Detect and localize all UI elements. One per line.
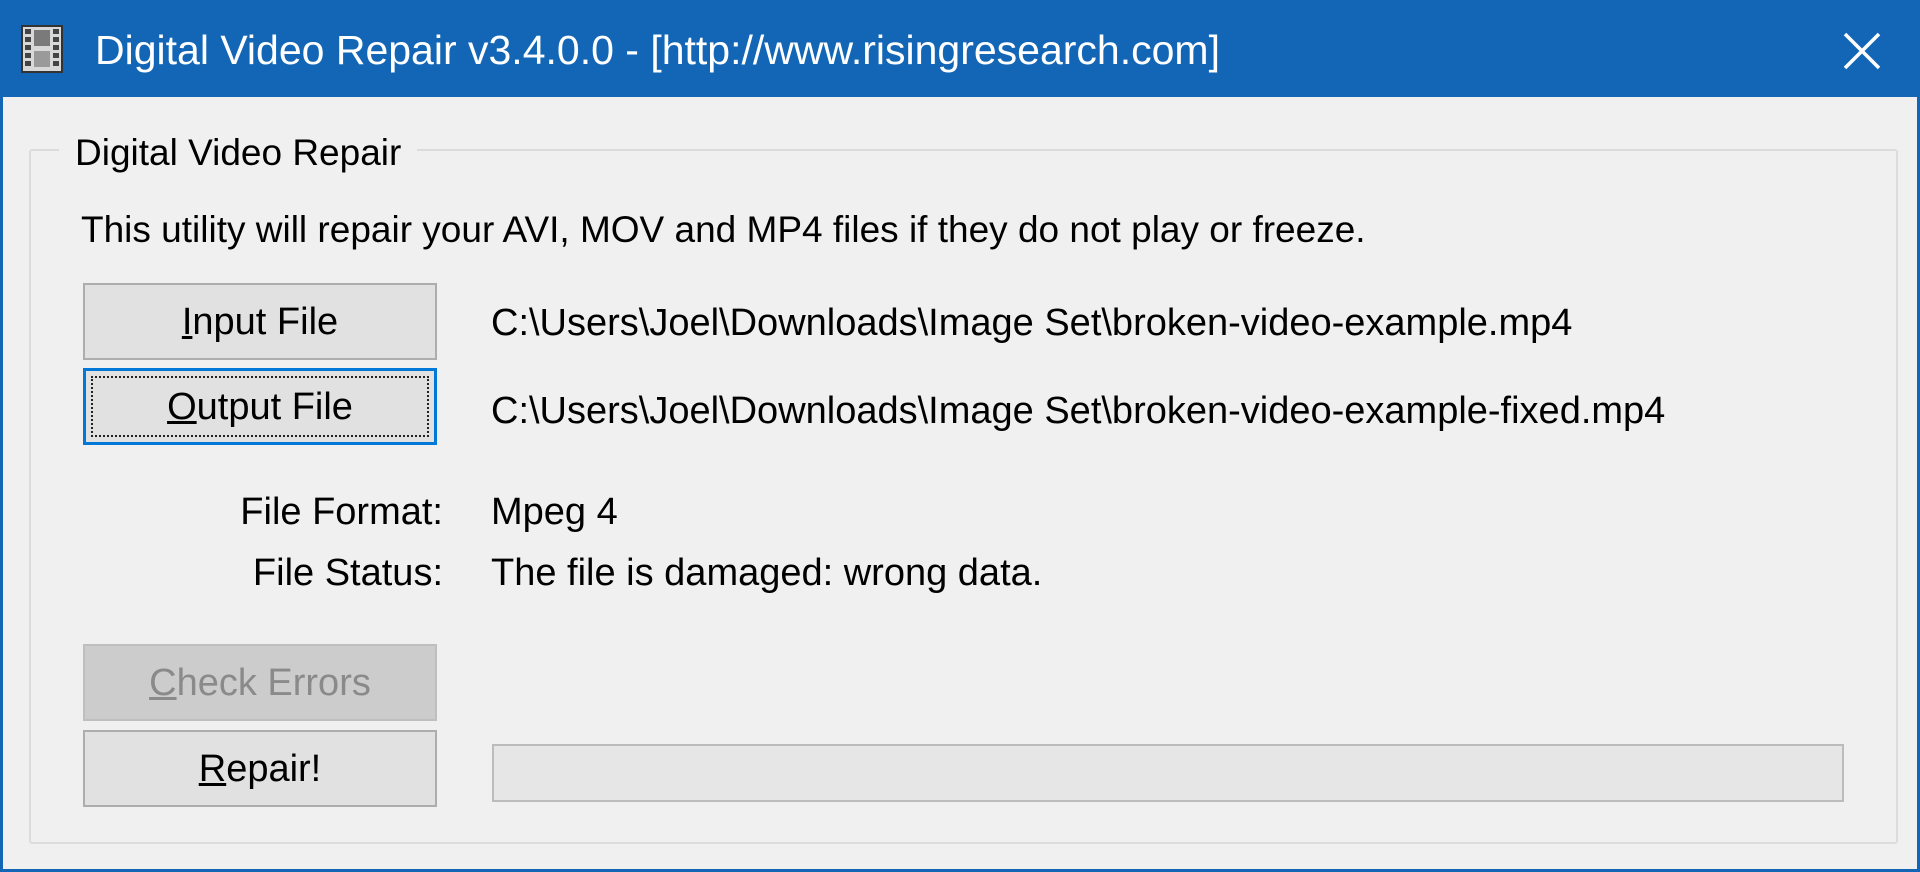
close-button[interactable] <box>1817 17 1907 85</box>
check-errors-label: heck Errors <box>176 661 371 704</box>
close-icon <box>1843 32 1881 70</box>
output-file-label: utput File <box>196 385 353 428</box>
groupbox-legend: Digital Video Repair <box>59 131 418 175</box>
input-file-button[interactable]: Input File <box>83 283 437 360</box>
check-errors-button[interactable]: Check Errors <box>83 644 437 721</box>
input-file-label: nput File <box>192 300 339 343</box>
output-file-mnemonic: O <box>167 385 197 428</box>
file-status-value: The file is damaged: wrong data. <box>491 552 1043 594</box>
repair-mnemonic: R <box>198 747 227 790</box>
output-file-button[interactable]: Output File <box>83 368 437 445</box>
file-format-label: File Format: <box>240 491 443 533</box>
input-file-mnemonic: I <box>181 300 193 343</box>
utility-description: This utility will repair your AVI, MOV a… <box>81 209 1366 250</box>
repair-progress-bar <box>492 744 1844 802</box>
repair-button[interactable]: Repair! <box>83 730 437 807</box>
repair-label: epair! <box>226 747 322 790</box>
output-file-path: C:\Users\Joel\Downloads\Image Set\broken… <box>491 390 1666 432</box>
film-strip-icon <box>21 25 63 73</box>
file-format-value: Mpeg 4 <box>491 491 618 533</box>
app-window: Digital Video Repair v3.4.0.0 - [http://… <box>0 0 1920 872</box>
file-status-label: File Status: <box>252 552 443 594</box>
check-errors-mnemonic: C <box>149 661 177 704</box>
window-title: Digital Video Repair v3.4.0.0 - [http://… <box>95 27 1220 73</box>
title-bar[interactable]: Digital Video Repair v3.4.0.0 - [http://… <box>3 3 1917 97</box>
input-file-path: C:\Users\Joel\Downloads\Image Set\broken… <box>491 302 1573 344</box>
